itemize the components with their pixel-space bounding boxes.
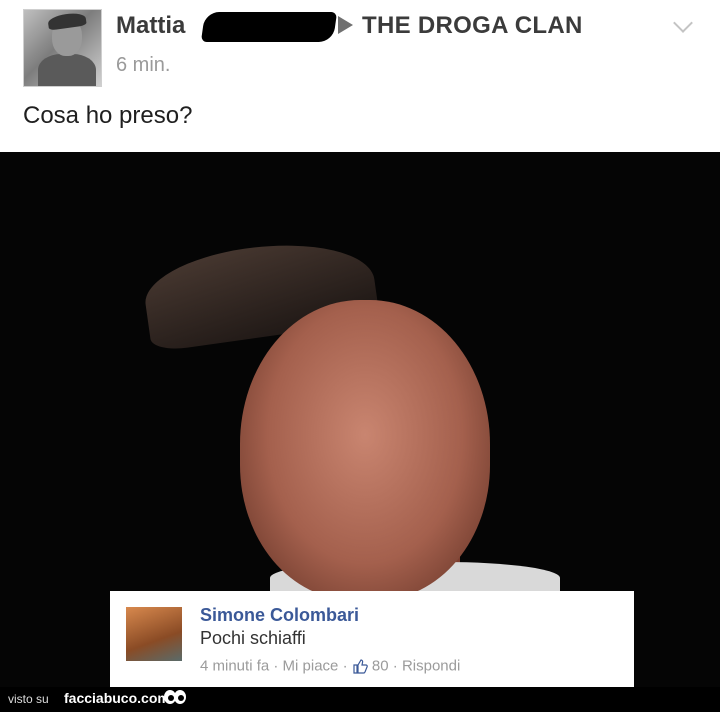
comment-meta: 4 minuti fa · Mi piace · 80 · Rispondi xyxy=(200,657,460,675)
group-name[interactable]: THE DROGA CLAN xyxy=(362,12,583,40)
like-count: 80 xyxy=(371,657,389,675)
author-name[interactable]: Mattia xyxy=(116,12,185,40)
footer-visto: visto su xyxy=(8,692,49,706)
footer-brand[interactable]: facciabuco.com xyxy=(64,690,170,706)
right-triangle-icon xyxy=(338,16,353,34)
redacted-surname xyxy=(200,12,338,42)
watermark-footer: visto su facciabuco.com xyxy=(0,687,720,712)
like-link[interactable]: Mi piace xyxy=(283,658,339,675)
thumbs-up-icon xyxy=(353,659,368,674)
comment-time: 4 minuti fa xyxy=(200,657,270,675)
meta-separator: · xyxy=(392,657,398,675)
commenter-name[interactable]: Simone Colombari xyxy=(200,605,359,626)
photo-face xyxy=(240,300,490,600)
post-header: Mattia THE DROGA CLAN 6 min. Cosa ho pre… xyxy=(0,0,720,152)
comment-text: Pochi schiaffi xyxy=(200,628,306,648)
avatar-body xyxy=(38,54,96,86)
comment-card: Simone Colombari Pochi schiaffi 4 minuti… xyxy=(110,591,634,687)
chevron-down-icon[interactable] xyxy=(673,13,693,33)
post-time[interactable]: 6 min. xyxy=(116,54,170,77)
commenter-avatar[interactable] xyxy=(126,607,182,661)
meta-separator: · xyxy=(342,657,348,675)
author-avatar[interactable] xyxy=(23,9,102,87)
post-text: Cosa ho preso? xyxy=(23,102,193,129)
reply-link[interactable]: Rispondi xyxy=(402,658,460,675)
meta-separator: · xyxy=(273,657,279,675)
eyes-icon xyxy=(164,690,186,704)
